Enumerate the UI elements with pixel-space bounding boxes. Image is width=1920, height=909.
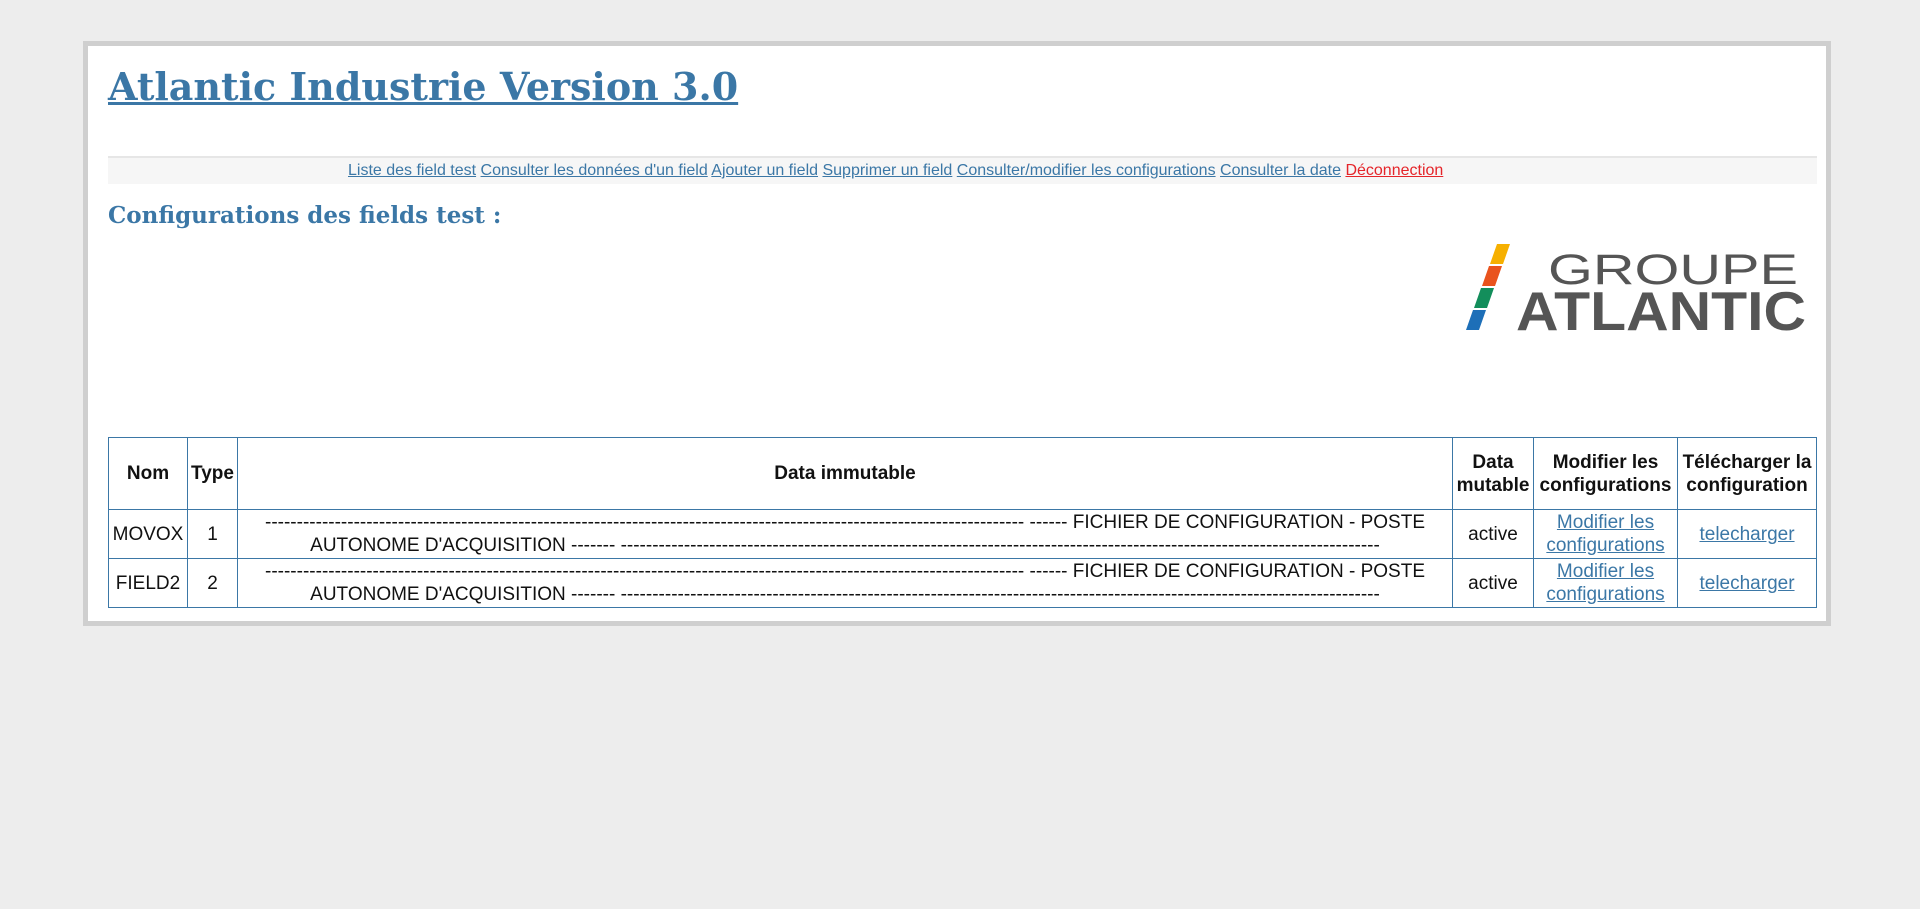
telecharger-link[interactable]: telecharger (1699, 524, 1794, 545)
header-data-immutable: Data immutable (237, 437, 1453, 510)
nav-bar: Liste des field test Consulter les donné… (108, 156, 1817, 184)
header-nom: Nom (108, 437, 188, 510)
cell-nom: FIELD2 (108, 558, 188, 608)
logo-text-atlantic: ATLANTIC (1516, 280, 1806, 342)
cell-data-immutable: ----------------------------------------… (237, 558, 1453, 608)
section-title: Configurations des fields test : (108, 202, 502, 229)
cell-type: 2 (187, 558, 238, 608)
cell-data-mutable: active (1452, 558, 1534, 608)
cell-telecharger: telecharger (1677, 509, 1817, 559)
table-row: FIELD2 2 -------------------------------… (108, 558, 1817, 608)
site-title-link[interactable]: Atlantic Industrie Version 3.0 (108, 64, 738, 109)
cell-type: 1 (187, 509, 238, 559)
nav-links: Liste des field test Consulter les donné… (348, 158, 1443, 184)
nav-link-consulter-date[interactable]: Consulter la date (1220, 162, 1341, 179)
cell-modifier: Modifier les configurations (1533, 558, 1678, 608)
cell-data-mutable: active (1452, 509, 1534, 559)
cell-data-immutable: ----------------------------------------… (237, 509, 1453, 559)
logo-stripe-yellow (1490, 244, 1510, 264)
cell-modifier: Modifier les configurations (1533, 509, 1678, 559)
logo-stripe-orange (1482, 266, 1502, 286)
configurations-table: Nom Type Data immutable Data mutable Mod… (108, 437, 1817, 608)
cell-nom: MOVOX (108, 509, 188, 559)
header-modifier: Modifier les configurations (1533, 437, 1678, 510)
logo-stripe-green (1474, 288, 1494, 308)
nav-link-supprimer-field[interactable]: Supprimer un field (822, 162, 952, 179)
table-header-row: Nom Type Data immutable Data mutable Mod… (108, 437, 1817, 510)
nav-link-deconnection[interactable]: Déconnection (1345, 162, 1443, 179)
modifier-configurations-link[interactable]: Modifier les configurations (1546, 512, 1664, 556)
groupe-atlantic-logo: GROUPE ATLANTIC (1466, 244, 1806, 342)
nav-link-consulter-donnees[interactable]: Consulter les données d'un field (481, 162, 708, 179)
logo-stripe-blue (1466, 310, 1486, 330)
header-telecharger: Télécharger la configuration (1677, 437, 1817, 510)
modifier-configurations-link[interactable]: Modifier les configurations (1546, 561, 1664, 605)
cell-telecharger: telecharger (1677, 558, 1817, 608)
telecharger-link[interactable]: telecharger (1699, 573, 1794, 594)
table-row: MOVOX 1 --------------------------------… (108, 509, 1817, 559)
main-container: Atlantic Industrie Version 3.0 Liste des… (83, 41, 1831, 626)
header-type: Type (187, 437, 238, 510)
nav-link-configurations[interactable]: Consulter/modifier les configurations (957, 162, 1216, 179)
nav-link-liste-fields[interactable]: Liste des field test (348, 162, 476, 179)
header-data-mutable: Data mutable (1452, 437, 1534, 510)
nav-link-ajouter-field[interactable]: Ajouter un field (711, 162, 818, 179)
